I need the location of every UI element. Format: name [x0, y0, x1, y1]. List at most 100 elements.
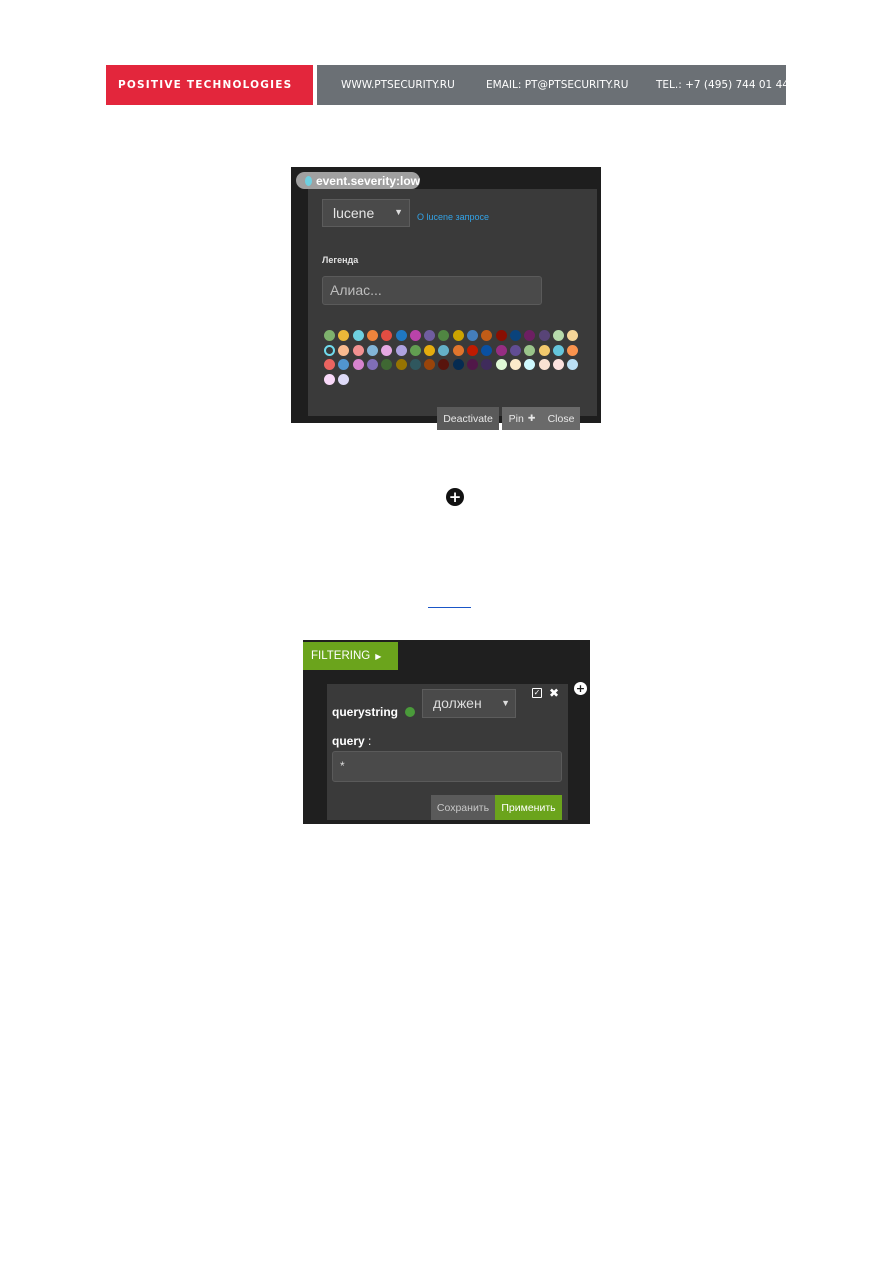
color-swatch[interactable]	[509, 359, 521, 370]
color-swatch[interactable]	[509, 344, 521, 356]
color-swatch[interactable]	[481, 344, 493, 356]
color-swatch[interactable]	[567, 344, 579, 356]
color-swatch[interactable]	[467, 359, 478, 370]
color-swatch[interactable]	[452, 344, 464, 356]
plus-circle-icon[interactable]: +	[446, 488, 464, 506]
color-swatch[interactable]	[352, 330, 364, 341]
color-swatch[interactable]	[438, 344, 450, 356]
color-swatch[interactable]	[524, 330, 536, 341]
query-settings-panel: lucene ▼ О lucene запросе Легенда Алиас.…	[308, 189, 597, 430]
query-type-select[interactable]: lucene ▼	[322, 199, 410, 227]
pin-button[interactable]: Pin ✚	[502, 407, 542, 430]
color-swatch[interactable]	[381, 330, 393, 341]
query-label: query :	[332, 734, 371, 748]
phone-text: TEL.: +7 (495) 744 01 44	[656, 79, 789, 91]
query-tag[interactable]: event.severity:low	[296, 172, 420, 189]
color-swatch[interactable]	[366, 330, 378, 341]
color-swatch[interactable]	[524, 344, 536, 356]
color-swatch[interactable]	[324, 359, 335, 370]
color-swatch[interactable]	[324, 330, 335, 341]
color-swatch[interactable]	[338, 330, 350, 341]
popup-button-row: Deactivate Pin ✚ Close	[437, 407, 580, 430]
color-swatch[interactable]	[495, 344, 507, 356]
filter-mode-select[interactable]: должен ▼	[422, 689, 516, 718]
color-swatch[interactable]	[538, 344, 550, 356]
filter-status-dot[interactable]	[405, 707, 415, 717]
filtering-toggle[interactable]: FILTERING ▶	[303, 642, 398, 670]
color-swatch[interactable]	[509, 330, 521, 341]
color-swatch[interactable]	[424, 330, 436, 341]
color-swatch[interactable]	[467, 344, 478, 356]
link-underline[interactable]	[428, 607, 471, 608]
deactivate-button[interactable]: Deactivate	[437, 407, 499, 430]
color-swatch[interactable]	[395, 330, 407, 341]
color-swatch[interactable]	[338, 344, 350, 356]
save-button[interactable]: Сохранить	[431, 795, 495, 820]
color-swatch[interactable]	[338, 359, 350, 370]
color-swatch[interactable]	[524, 359, 536, 370]
tag-color-dot	[305, 175, 312, 186]
color-swatch[interactable]	[424, 344, 436, 356]
color-swatch[interactable]	[552, 344, 564, 356]
email-text: EMAIL: PT@PTSECURITY.RU	[486, 79, 629, 91]
chevron-down-icon: ▼	[501, 698, 510, 708]
color-swatch[interactable]	[438, 330, 450, 341]
filter-mode-value: должен	[433, 695, 482, 711]
query-popup-screenshot: event.severity:low lucene ▼ О lucene зап…	[291, 167, 601, 430]
header-banner: POSITIVE TECHNOLOGIES WWW.PTSECURITY.RU …	[106, 65, 789, 105]
color-swatch[interactable]	[424, 359, 436, 370]
query-label-colon: :	[368, 734, 372, 748]
query-type-value: lucene	[333, 205, 375, 221]
color-swatch[interactable]	[324, 373, 335, 385]
website-text: WWW.PTSECURITY.RU	[341, 79, 455, 91]
color-swatch[interactable]	[452, 330, 464, 341]
color-swatch[interactable]	[538, 330, 550, 341]
filter-type-label: querystring	[332, 705, 399, 719]
color-swatch[interactable]	[495, 330, 507, 341]
color-swatch[interactable]	[381, 344, 393, 356]
color-swatch[interactable]	[338, 373, 350, 385]
filtering-title: FILTERING	[311, 650, 371, 662]
pin-button-label: Pin	[508, 412, 524, 425]
contact-bar: WWW.PTSECURITY.RU EMAIL: PT@PTSECURITY.R…	[317, 65, 789, 105]
color-swatch[interactable]	[395, 359, 407, 370]
color-swatch[interactable]	[352, 344, 364, 356]
color-swatch[interactable]	[552, 359, 564, 370]
brand-logo: POSITIVE TECHNOLOGIES	[106, 65, 313, 105]
color-swatch[interactable]	[495, 359, 507, 370]
color-swatch[interactable]	[567, 359, 579, 370]
close-icon[interactable]: ✖	[549, 686, 559, 700]
color-swatch[interactable]	[409, 359, 421, 370]
color-swatch[interactable]	[452, 359, 464, 370]
close-button[interactable]: Close	[542, 407, 580, 430]
query-input[interactable]: *	[332, 751, 562, 782]
filtering-screenshot: FILTERING ▶ + querystring должен ▼ ✓ ✖ q…	[303, 640, 590, 824]
alias-input[interactable]: Алиас...	[322, 276, 542, 305]
filter-card: querystring должен ▼ ✓ ✖ query : * Сохра…	[327, 684, 568, 820]
pushpin-icon: ✚	[527, 413, 536, 423]
color-swatch[interactable]	[352, 359, 364, 370]
color-swatch[interactable]	[409, 330, 421, 341]
query-label-text: query	[332, 734, 365, 748]
color-swatch[interactable]	[324, 344, 335, 356]
color-swatch[interactable]	[438, 359, 450, 370]
color-swatch[interactable]	[409, 344, 421, 356]
color-swatch[interactable]	[381, 359, 393, 370]
lucene-help-link[interactable]: О lucene запросе	[417, 212, 489, 222]
color-swatch[interactable]	[538, 359, 550, 370]
chevron-down-icon: ▼	[394, 207, 403, 217]
plus-circle-icon[interactable]: +	[574, 682, 587, 695]
check-square-icon[interactable]: ✓	[532, 688, 542, 698]
color-swatch[interactable]	[481, 330, 493, 341]
color-swatch[interactable]	[552, 330, 564, 341]
caret-right-icon: ▶	[375, 651, 382, 661]
color-swatch[interactable]	[467, 330, 478, 341]
color-swatch[interactable]	[567, 330, 579, 341]
color-swatch[interactable]	[366, 359, 378, 370]
color-swatch[interactable]	[395, 344, 407, 356]
apply-button[interactable]: Применить	[495, 795, 562, 820]
legend-label: Легенда	[322, 255, 359, 265]
color-swatch[interactable]	[366, 344, 378, 356]
color-swatch[interactable]	[481, 359, 493, 370]
tag-label: event.severity:low	[315, 173, 420, 188]
